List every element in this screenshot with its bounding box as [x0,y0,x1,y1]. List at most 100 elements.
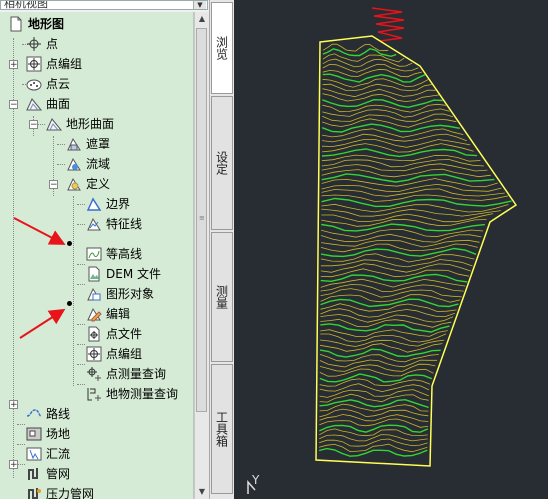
tree-node-drawing-objects[interactable]: 图形对象 [86,284,154,304]
tree-node-point-groups[interactable]: 点编组 [26,54,82,74]
tree-node-breaklines[interactable]: 特征线 [86,214,142,234]
mask-icon [67,137,81,151]
tree-node-label: 特征线 [106,217,143,231]
tree-node-label: 地形曲面 [66,117,115,131]
tree-node-label: 点文件 [106,327,143,341]
tree-node-surfaces[interactable]: 曲面 [26,94,70,114]
tree-node-point-groups-sub[interactable]: 点编组 [86,344,142,364]
tree-node-point-survey-queries[interactable]: 点测量查询 [86,364,166,384]
tree-node-point-clouds[interactable]: 点云 [26,74,70,94]
tree-node-sites[interactable]: 场地 [26,424,70,444]
contour-icon [86,247,102,261]
tree-node-label: 点测量查询 [106,367,167,381]
index-contour [319,373,433,383]
collapse-toggle-definition[interactable]: − [49,180,58,190]
tree-node-label: 点云 [46,77,71,91]
scroll-thumb[interactable]: ≡ [196,28,207,412]
tree-line [77,344,85,345]
tree-node-pipe-networks[interactable]: 管网 [26,464,70,484]
tab-survey[interactable]: 测量 [211,232,233,362]
minor-contour [320,288,462,298]
minor-contour [319,403,429,412]
minor-contour [320,333,447,343]
tree-node-alignments[interactable]: 路线 [26,404,70,424]
tab-settings[interactable]: 设定 [211,96,233,230]
tree-node-points[interactable]: 点 [26,34,58,54]
scroll-down-icon[interactable]: ▼ [195,485,209,499]
index-contour [321,148,478,158]
drawing-canvas[interactable]: Y [234,0,548,499]
tree-node-label: 遮罩 [86,137,111,151]
tree-node-label: 点编组 [106,347,143,361]
tree-node-contours[interactable]: 等高线 [86,244,142,264]
collapse-toggle-surface-item[interactable]: − [29,120,38,130]
expand-toggle-alignments[interactable]: + [9,400,18,410]
tab-toolbox[interactable]: 工具箱 [211,364,233,494]
tree-node-label: 路线 [46,407,71,421]
boundary-icon [86,197,102,211]
tree-node-figure-survey-queries[interactable]: 地物测量查询 [86,384,178,404]
dem-file-icon [88,266,100,282]
tab-toolbox-label: 工具箱 [214,411,229,447]
tree-node-label: 地物测量查询 [106,387,179,401]
index-contour [321,197,512,208]
expand-toggle-point-groups[interactable]: + [9,60,18,70]
tree-node-boundaries[interactable]: 边界 [86,194,130,214]
tree-line [17,444,25,445]
contour-lines [318,43,512,457]
tree-line [77,324,85,325]
definition-icon [67,177,81,191]
collapse-toggle-surfaces[interactable]: − [9,100,18,110]
tree-line [57,144,65,145]
minor-contour [321,188,505,197]
tree-node-pressure-networks[interactable]: 压力管网 [26,484,94,499]
chevron-down-icon[interactable]: ▼ [193,1,206,9]
minor-contour [319,408,429,418]
tree-line [17,464,25,465]
expand-toggle-pipe-networks[interactable]: + [9,460,18,470]
view-dropdown[interactable]: 相机视图 ▼ [0,0,208,10]
tab-browse-label: 浏览 [214,36,229,60]
drawing-document-icon [10,16,22,32]
minor-contour [322,58,413,68]
tree-node-root[interactable]: 地形图 [8,14,64,34]
point-group-icon [86,346,102,362]
minor-contour [320,259,473,268]
surface-icon [46,118,62,131]
tree-line [77,224,85,225]
red-arrow-icons [13,217,66,339]
tab-browse[interactable]: 浏览 [211,2,233,94]
tree-line [17,424,25,425]
minor-contour [319,363,436,372]
tree-node-dem-files[interactable]: DEM 文件 [86,264,161,284]
tree-node-surface-item[interactable]: 地形曲面 [46,114,114,134]
scroll-up-icon[interactable]: ▲ [195,12,209,26]
ucs-axis-icon: Y [247,473,260,494]
tree-node-label: 定义 [86,177,111,191]
tree-node-catchments[interactable]: 汇流 [26,444,70,464]
tab-survey-label: 测量 [214,285,229,309]
tree-node-label: 管网 [46,467,71,481]
tree-node-watersheds[interactable]: 流域 [66,154,110,174]
minor-contour [322,128,464,138]
red-survey-lines [371,7,405,42]
pipe-network-icon [28,468,38,480]
tree-node-masks[interactable]: 遮罩 [66,134,110,154]
point-cloud-icon [26,79,42,91]
minor-contour [320,308,455,318]
tree-node-label: 压力管网 [46,487,95,499]
catchment-icon [26,447,42,461]
tree-node-point-files[interactable]: 点文件 [86,324,142,344]
index-contour [319,348,441,358]
index-contour [320,247,477,258]
tree-scrollbar[interactable]: ▲ ≡ ▼ [194,12,209,499]
figure-query-icon [87,388,101,401]
tree-node-edits[interactable]: 编辑 [86,304,130,324]
survey-query-icon [87,367,101,381]
tree-node-definition[interactable]: 定义 [66,174,110,194]
contour-drawing: Y [247,7,518,494]
index-contour [321,123,460,133]
tree-node-label: 图形对象 [106,287,155,301]
surface-icon [26,98,42,111]
index-contour [320,298,459,308]
